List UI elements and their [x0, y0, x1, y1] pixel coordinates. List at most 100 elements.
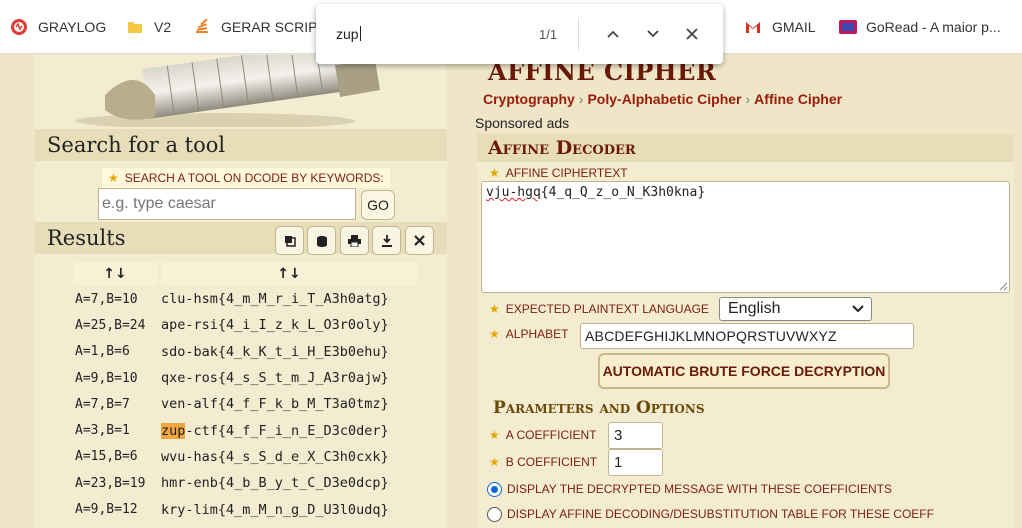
chevron-down-icon [647, 30, 659, 38]
result-text-value: clu-hsm{4_m_M_r_i_T_A3h0atg} [161, 291, 389, 308]
close-icon [686, 28, 698, 40]
print-results-button[interactable] [340, 226, 369, 255]
result-key: A=7,B=7 [75, 396, 130, 412]
table-row: A=1,B=6 sdo-bak{4_k_K_t_i_H_E3b0ehu} [73, 339, 417, 365]
find-input[interactable]: zup [336, 26, 361, 42]
find-close-button[interactable] [680, 22, 704, 46]
ciphertext-rest: {4_q_Q_z_o_N_K3h0kna} [540, 185, 706, 200]
b-coefficient-input[interactable]: 1 [608, 449, 663, 476]
result-text: hmr-enb{4_b_B_y_t_C_D3e0dcp} [157, 475, 417, 491]
graylog-icon [10, 18, 28, 36]
export-results-button[interactable] [307, 226, 336, 255]
find-divider [578, 18, 579, 50]
result-key: A=7,B=10 [75, 291, 138, 307]
breadcrumb-poly-alphabetic[interactable]: Poly-Alphabetic Cipher [587, 91, 741, 107]
result-text-value: wvu-has{4_s_S_d_e_X_C3h0cxk} [161, 448, 389, 465]
display-table-radio[interactable] [487, 507, 502, 522]
decoder-heading: Affine Decoder [477, 134, 1014, 162]
result-text: qxe-ros{4_s_S_t_m_J_A3r0ajw} [157, 370, 417, 386]
display-table-label: DISPLAY AFFINE DECODING/DESUBSTITUTION T… [507, 507, 934, 521]
brute-force-button[interactable]: AUTOMATIC BRUTE FORCE DECRYPTION [598, 353, 890, 389]
resize-handle-icon[interactable] [998, 281, 1008, 291]
go-button[interactable]: GO [361, 190, 395, 220]
bookmark-label: GMAIL [772, 19, 816, 35]
a-coefficient-input[interactable]: 3 [608, 422, 663, 449]
result-text: kry-lim{4_m_M_n_g_D_U3l0udq} [157, 502, 417, 518]
star-icon: ★ [489, 166, 500, 180]
sponsored-label: Sponsored ads [475, 115, 570, 131]
sort-text-column[interactable]: ↑↓ [161, 262, 417, 286]
table-row: A=3,B=1 zup-ctf{4_f_F_i_n_E_D3c0der} [73, 417, 417, 443]
table-row: A=9,B=10 qxe-ros{4_s_S_t_m_J_A3r0ajw} [73, 365, 417, 391]
table-row: A=23,B=19 hmr-enb{4_b_B_y_t_C_D3e0dcp} [73, 470, 417, 496]
breadcrumb: Cryptography › Poly-Alphabetic Cipher › Affi… [483, 91, 842, 107]
language-select[interactable]: English [719, 297, 872, 321]
table-row: A=7,B=10 clu-hsm{4_m_M_r_i_T_A3h0atg} [73, 286, 417, 312]
find-next-button[interactable] [641, 22, 665, 46]
star-icon: ★ [489, 302, 500, 316]
bookmark-label: V2 [154, 19, 172, 35]
a-coefficient-label: ★ A COEFFICIENT [489, 428, 597, 442]
display-decrypted-radio[interactable] [487, 482, 502, 497]
result-key: A=9,B=10 [75, 370, 138, 386]
result-key: A=15,B=6 [75, 449, 138, 465]
table-row: A=15,B=6 wvu-has{4_s_S_d_e_X_C3h0cxk} [73, 444, 417, 470]
search-tool-heading: Search for a tool [35, 129, 447, 161]
bookmark-label: GRAYLOG [38, 19, 107, 35]
result-text-value: kry-lim{4_m_M_n_g_D_U3l0udq} [161, 501, 389, 518]
clear-results-button[interactable] [405, 226, 434, 255]
breadcrumb-cryptography[interactable]: Cryptography [483, 91, 575, 107]
result-key: A=25,B=24 [75, 317, 146, 333]
result-text: wvu-has{4_s_S_d_e_X_C3h0cxk} [157, 449, 417, 465]
star-icon: ★ [108, 171, 119, 185]
bookmark-gmail[interactable]: GMAIL [744, 17, 816, 37]
chevron-down-icon [852, 305, 864, 313]
bookmark-v2[interactable]: V2 [126, 17, 171, 37]
cryptex-image [45, 55, 405, 127]
result-key: A=1,B=6 [75, 344, 130, 360]
gmail-icon [744, 18, 762, 36]
find-bar: zup 1/1 [316, 4, 723, 64]
close-icon [414, 235, 425, 246]
results-table: ↑↓ ↑↓ A=7,B=10 clu-hsm{4_m_M_r_i_T_A3h0at… [73, 262, 417, 523]
alphabet-input[interactable]: ABCDEFGHIJKLMNOPQRSTUVWXYZ [580, 323, 914, 349]
breadcrumb-affine[interactable]: Affine Cipher [754, 91, 842, 107]
result-text-value: -ctf{4_f_F_i_n_E_D3c0der} [185, 422, 389, 439]
download-results-button[interactable] [372, 226, 401, 255]
find-previous-button[interactable] [601, 22, 625, 46]
star-icon: ★ [489, 455, 500, 469]
result-key: A=9,B=12 [75, 502, 138, 518]
table-row: A=9,B=12 kry-lim{4_m_M_n_g_D_U3l0udq} [73, 496, 417, 522]
result-text-value: hmr-enb{4_b_B_y_t_C_D3e0dcp} [161, 475, 389, 492]
result-text: ape-rsi{4_i_I_z_k_L_O3r0oly} [157, 317, 417, 333]
result-text: zup-ctf{4_f_F_i_n_E_D3c0der} [157, 422, 417, 439]
display-decrypted-label: DISPLAY THE DECRYPTED MESSAGE WITH THESE… [507, 482, 892, 496]
copy-results-button[interactable] [275, 226, 304, 255]
bookmark-goread[interactable]: GoRead - A maior p... [838, 17, 1001, 37]
result-text: ven-alf{4_f_F_k_b_M_T3a0tmz} [157, 396, 417, 412]
breadcrumb-separator: › [745, 91, 751, 107]
bookmark-graylog[interactable]: GRAYLOG [10, 17, 106, 37]
sort-key-column[interactable]: ↑↓ [73, 262, 157, 286]
table-row: A=25,B=24 ape-rsi{4_i_I_z_k_L_O3r0oly} [73, 312, 417, 338]
tool-search-input[interactable] [98, 188, 356, 220]
print-icon [348, 234, 361, 247]
ciphertext-textarea[interactable]: vju-hgq{4_q_Q_z_o_N_K3h0kna} [481, 181, 1010, 293]
language-selected-value: English [728, 300, 781, 317]
find-match-count: 1/1 [539, 27, 558, 42]
star-icon: ★ [489, 327, 500, 341]
bookmark-gerar-script[interactable]: GERAR SCRIPT [193, 17, 326, 37]
ciphertext-misspelled: vju-hgq [486, 185, 541, 200]
bookmark-label: GERAR SCRIPT [221, 19, 327, 35]
result-text-value: ven-alf{4_f_F_k_b_M_T3a0tmz} [161, 396, 389, 413]
goread-icon [838, 18, 857, 36]
folder-icon [126, 18, 144, 36]
result-key: A=3,B=1 [75, 423, 130, 439]
language-label: ★ EXPECTED PLAINTEXT LANGUAGE [489, 302, 709, 316]
download-icon [381, 234, 392, 247]
search-keywords-label: ★ SEARCH A TOOL ON DCODE BY KEYWORDS: [102, 168, 390, 188]
table-header: ↑↓ ↑↓ [73, 262, 417, 286]
result-text: sdo-bak{4_k_K_t_i_H_E3b0ehu} [157, 344, 417, 360]
result-text-value: qxe-ros{4_s_S_t_m_J_A3r0ajw} [161, 370, 389, 387]
parameters-heading: Parameters and Options [493, 398, 705, 418]
